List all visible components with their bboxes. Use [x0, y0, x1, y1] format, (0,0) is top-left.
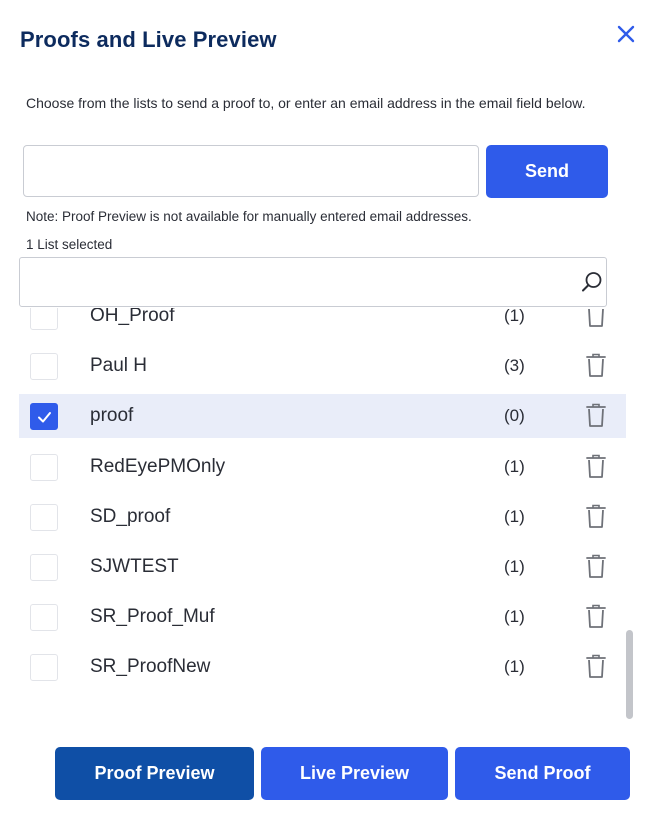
email-field[interactable] — [23, 145, 479, 197]
list-item[interactable]: SR_Proof_Muf (1) — [19, 595, 626, 639]
list-name: RedEyePMOnly — [90, 455, 226, 477]
list-checkbox[interactable] — [30, 453, 58, 481]
search-input[interactable] — [20, 258, 560, 306]
list-container[interactable]: OH_Proof (1) Paul H (3) proof (0) RedEyePMOnly… — [19, 308, 627, 718]
list-name: SJWTEST — [90, 556, 179, 577]
live-preview-button[interactable]: Live Preview — [261, 747, 448, 800]
check-icon — [38, 412, 51, 423]
list-name: Paul H — [90, 355, 148, 377]
list-checkbox[interactable] — [30, 604, 58, 632]
trash-icon[interactable] — [584, 453, 608, 481]
dialog-title: Proofs and Live Preview — [20, 27, 277, 52]
list-count: (1) — [504, 557, 525, 576]
selected-count-label: 1 List selected — [26, 237, 113, 252]
list-name: SR_ProofNew — [90, 656, 211, 678]
list-checkbox[interactable] — [30, 308, 58, 330]
list-count: (3) — [504, 356, 525, 376]
list-count: (1) — [504, 456, 525, 476]
trash-icon[interactable] — [584, 308, 608, 330]
instructions-text: Choose from the lists to send a proof to… — [26, 95, 586, 111]
list-item[interactable]: SR_ProofNew (1) — [19, 645, 626, 689]
close-icon — [617, 25, 635, 43]
proof-preview-button[interactable]: Proof Preview — [55, 747, 254, 800]
send-proof-button[interactable]: Send Proof — [455, 747, 630, 800]
scrollbar-thumb[interactable] — [626, 630, 633, 719]
list-item[interactable]: OH_Proof (1) — [19, 308, 626, 338]
list-item[interactable]: SD_proof (1) — [19, 495, 626, 539]
send-button[interactable]: Send — [486, 145, 608, 198]
list-count: (1) — [504, 657, 525, 677]
trash-icon[interactable] — [584, 603, 608, 631]
list-item[interactable]: proof (0) — [19, 394, 626, 439]
list-name: SD_proof — [90, 505, 171, 527]
list-name: OH_Proof — [90, 308, 175, 326]
list-name: SR_Proof_Muf — [90, 606, 215, 628]
list-count: (1) — [504, 506, 525, 526]
list-item[interactable]: Paul H (3) — [19, 344, 626, 388]
list-count: (1) — [504, 607, 525, 627]
list-checkbox[interactable] — [30, 503, 58, 531]
list-name: proof — [90, 405, 134, 427]
trash-icon[interactable] — [584, 503, 608, 531]
trash-icon[interactable] — [584, 402, 608, 430]
trash-icon[interactable] — [584, 553, 608, 581]
trash-icon[interactable] — [584, 653, 608, 681]
list-item[interactable]: SJWTEST (1) — [19, 545, 626, 589]
list-checkbox[interactable] — [30, 403, 58, 431]
note-text: Note: Proof Preview is not available for… — [26, 209, 472, 224]
list-checkbox[interactable] — [30, 654, 58, 682]
close-button[interactable] — [612, 20, 640, 48]
list-checkbox[interactable] — [30, 554, 58, 581]
search-box — [19, 257, 607, 307]
list-checkbox[interactable] — [30, 353, 58, 381]
list-item[interactable]: RedEyePMOnly (1) — [19, 445, 626, 489]
list-count: (1) — [504, 308, 525, 325]
list-count: (0) — [504, 406, 525, 426]
search-icon[interactable] — [580, 270, 604, 294]
trash-icon[interactable] — [584, 352, 608, 380]
